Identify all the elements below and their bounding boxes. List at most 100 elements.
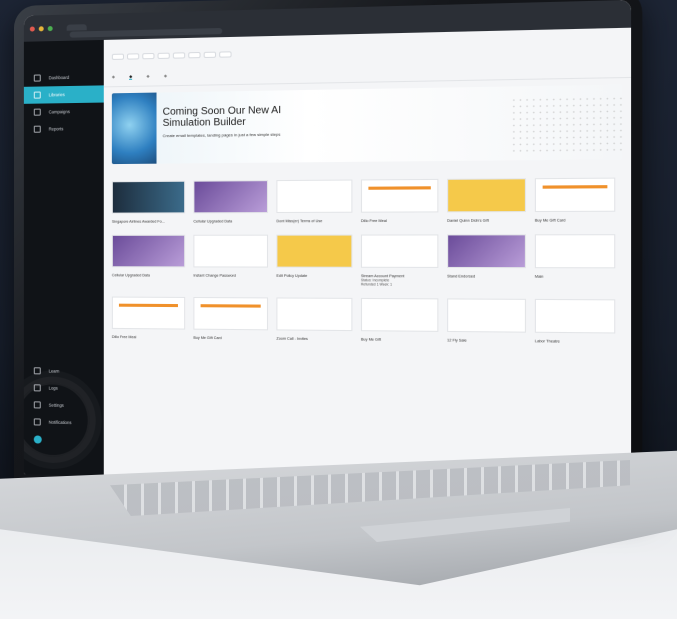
chart-icon [33, 125, 41, 133]
sidebar-bottom: Learn Logs Settings Notifications [23, 362, 104, 458]
template-card[interactable]: Dillo Free Meal [360, 178, 439, 224]
laptop-base [0, 448, 677, 588]
tab-item[interactable]: ◆ [146, 73, 149, 79]
app-shell: Dashboard Libraries Campaigns Reports Le… [23, 27, 632, 490]
sidebar-item-label: Libraries [48, 92, 65, 98]
sidebar: Dashboard Libraries Campaigns Reports Le… [23, 39, 104, 477]
tab-item[interactable]: ◆ [112, 74, 115, 80]
template-card[interactable]: Instant Change Password [193, 234, 269, 286]
template-card[interactable]: Edit Policy Update [276, 234, 353, 287]
home-icon [33, 74, 41, 82]
sidebar-item-learn[interactable]: Learn [24, 362, 104, 380]
template-label: Instant Change Password [193, 273, 236, 278]
template-thumbnail [276, 234, 353, 268]
template-card[interactable]: Cellular Upgraded Data [193, 180, 269, 224]
minimize-window-icon[interactable] [38, 25, 44, 31]
template-thumbnail [447, 178, 527, 213]
template-row: Singapore Airlines Awarded Fo... Cellula… [104, 177, 631, 224]
template-card[interactable]: Dont Miss(er) Terms of Use [276, 179, 353, 224]
template-card[interactable]: Daniel Quinn Didn's Gift [447, 178, 527, 223]
gear-icon [33, 401, 41, 409]
sidebar-item-campaigns[interactable]: Campaigns [24, 103, 104, 121]
tab-item-active[interactable]: ◆ [129, 73, 133, 80]
template-thumbnail [111, 180, 186, 214]
template-card[interactable]: Labor Theatre [534, 298, 616, 344]
template-card[interactable]: Zoom Call - Invites [276, 297, 353, 342]
template-label: Main [534, 274, 544, 279]
sidebar-item-libraries[interactable]: Libraries [23, 85, 104, 104]
filter-chip[interactable] [219, 51, 232, 58]
close-window-icon[interactable] [29, 25, 35, 32]
template-thumbnail [360, 178, 439, 213]
filter-chip[interactable] [127, 53, 140, 60]
filter-chip[interactable] [188, 51, 201, 59]
template-card[interactable]: 12 Fly Sale [447, 298, 527, 343]
network-illustration [510, 95, 623, 157]
template-thumbnail [193, 180, 269, 214]
sidebar-item-label: Reports [48, 126, 64, 132]
main-content: ◆ ◆ ◆ ◆ Coming Soon Our New AI Simulatio… [103, 27, 632, 490]
template-card[interactable]: Buy Me Gift Card [534, 177, 616, 223]
template-thumbnail [276, 179, 353, 214]
template-label: Dillo Free Meal [111, 334, 137, 340]
template-card[interactable]: Dillo Free Meal [111, 296, 186, 340]
template-label: Cellular Upgraded Data [111, 273, 150, 278]
template-card[interactable]: Singapore Airlines Awarded Fo... [111, 180, 186, 224]
template-label: Dillo Free Meal [360, 218, 387, 224]
template-thumbnail [534, 234, 616, 269]
laptop-screen: Dashboard Libraries Campaigns Reports Le… [23, 0, 632, 490]
template-thumbnail [276, 297, 353, 332]
logs-icon [33, 384, 41, 392]
maximize-window-icon[interactable] [47, 25, 53, 31]
sidebar-item-label: Campaigns [48, 109, 70, 115]
template-thumbnail [360, 297, 439, 332]
learn-icon [33, 367, 41, 375]
banner-subtitle: Create email templates, landing pages in… [162, 131, 281, 139]
section-title [104, 222, 631, 234]
template-label: Stand Endorsed [447, 274, 476, 279]
template-thumbnail [111, 234, 186, 268]
ai-builder-banner: Coming Soon Our New AI Simulation Builde… [111, 84, 623, 165]
template-card[interactable]: Stream Account Payment Status: Incomplet… [360, 234, 439, 287]
template-label: Cellular Upgraded Data [193, 219, 233, 224]
template-label: Dont Miss(er) Terms of Use [276, 219, 323, 224]
template-row: Cellular Upgraded Data Instant Change Pa… [104, 234, 631, 287]
laptop-lid: Dashboard Libraries Campaigns Reports Le… [14, 0, 643, 506]
template-thumbnail [447, 298, 527, 333]
template-row: Dillo Free Meal Buy Me Gift Card Zoom Ca… [104, 296, 631, 344]
template-thumbnail [534, 298, 616, 334]
template-card[interactable]: Buy Me Gift Card [193, 296, 269, 341]
bell-icon [33, 418, 41, 426]
megaphone-icon [33, 108, 41, 116]
tab-item[interactable]: ◆ [164, 73, 167, 79]
sidebar-item-label: Dashboard [48, 74, 70, 81]
template-thumbnail [193, 296, 269, 331]
book-icon [33, 91, 41, 99]
template-status: Refunded 1 Week: 1 [360, 282, 392, 287]
template-thumbnail [193, 234, 269, 268]
filter-chip[interactable] [142, 52, 155, 60]
template-card[interactable]: Main [534, 234, 616, 287]
filter-chip[interactable] [172, 52, 186, 59]
template-thumbnail [111, 296, 186, 330]
template-label: Daniel Quinn Didn's Gift [447, 218, 489, 223]
sidebar-nav: Dashboard Libraries Campaigns Reports [23, 68, 104, 138]
sidebar-item-reports[interactable]: Reports [24, 120, 104, 138]
template-label: Buy Me Gift [360, 337, 382, 342]
banner-title: Coming Soon Our New AI Simulation Builde… [162, 104, 282, 130]
ai-face-illustration [111, 92, 157, 165]
template-label: Zoom Call - Invites [276, 336, 308, 342]
filter-chip[interactable] [203, 51, 217, 59]
filter-chip[interactable] [157, 52, 170, 59]
browser-tab[interactable] [66, 24, 87, 31]
template-label: Edit Policy Update [276, 273, 308, 278]
template-card[interactable]: Cellular Upgraded Data [111, 234, 186, 286]
template-card[interactable]: Buy Me Gift [360, 297, 439, 342]
template-thumbnail [534, 177, 616, 213]
template-card[interactable]: Stand Endorsed [447, 234, 527, 287]
sidebar-item-dashboard[interactable]: Dashboard [24, 68, 104, 87]
template-label: Buy Me Gift Card [534, 218, 566, 223]
template-thumbnail [360, 234, 439, 268]
template-label: Singapore Airlines Awarded Fo... [111, 219, 165, 224]
filter-chip[interactable] [111, 53, 124, 60]
